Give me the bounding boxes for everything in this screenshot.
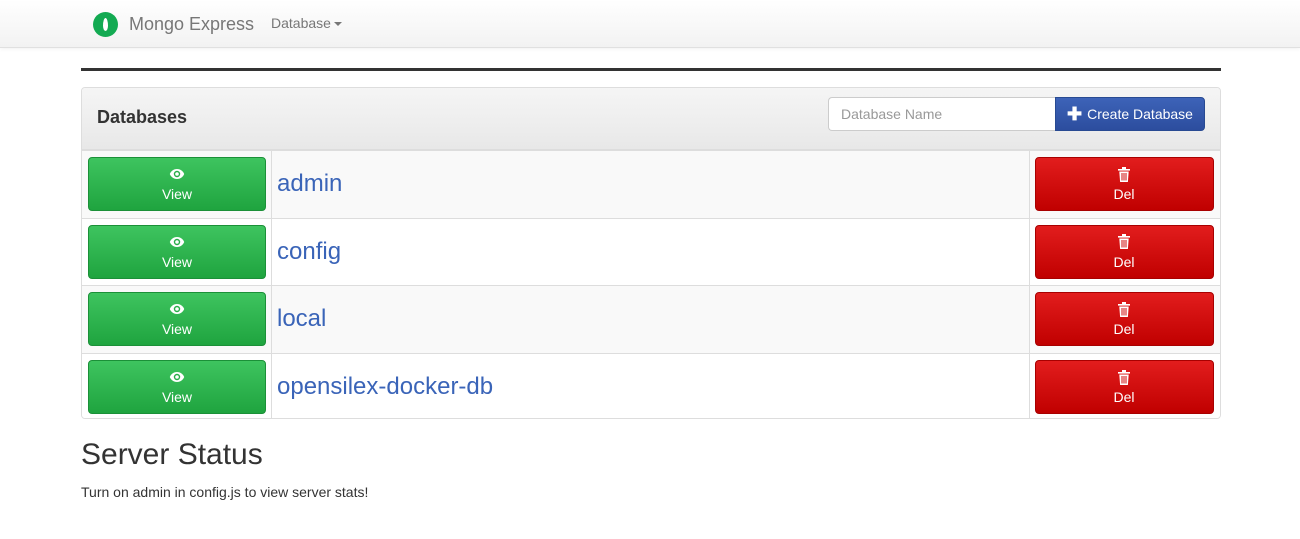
caret-down-icon <box>333 22 342 26</box>
plus-icon: ✚ <box>1067 104 1083 124</box>
view-label: View <box>161 186 193 203</box>
view-button[interactable]: View <box>88 292 266 347</box>
mongodb-leaf-icon <box>93 11 118 37</box>
trash-icon <box>1118 301 1130 317</box>
database-link[interactable]: config <box>277 238 341 265</box>
delete-button[interactable]: Del <box>1034 224 1214 279</box>
delete-button[interactable]: Del <box>1034 292 1214 347</box>
view-label: View <box>161 389 193 405</box>
trash-icon <box>1118 369 1130 385</box>
eye-icon <box>169 369 185 385</box>
brand-title: Mongo Express <box>129 13 255 34</box>
view-label: View <box>161 253 193 270</box>
databases-table: View admin Del View config Del View loca… <box>82 150 1220 418</box>
database-link[interactable]: local <box>277 305 326 332</box>
delete-button[interactable]: Del <box>1034 157 1214 212</box>
delete-label: Del <box>1113 389 1135 405</box>
panel-title: Databases <box>97 107 188 127</box>
table-row: View local Del <box>82 285 1220 353</box>
delete-label: Del <box>1113 253 1135 270</box>
trash-icon <box>1118 166 1130 182</box>
database-menu[interactable]: Database <box>271 15 342 31</box>
database-menu-label: Database <box>271 15 331 31</box>
table-row: View admin Del <box>82 150 1220 218</box>
server-status-title: Server Status <box>81 438 263 471</box>
database-name-input[interactable] <box>828 97 1056 131</box>
databases-panel: Databases ✚ Create Database View admin <box>81 87 1221 419</box>
eye-icon <box>169 234 185 250</box>
database-link[interactable]: opensilex-docker-db <box>277 373 493 400</box>
panel-heading: Databases ✚ Create Database <box>82 88 1220 150</box>
delete-label: Del <box>1113 186 1135 203</box>
eye-icon <box>169 301 185 317</box>
view-button[interactable]: View <box>88 224 266 279</box>
brand[interactable]: Mongo Express <box>93 11 254 37</box>
trash-icon <box>1118 234 1130 250</box>
delete-button[interactable]: Del <box>1034 360 1214 414</box>
database-link[interactable]: admin <box>277 170 342 197</box>
divider <box>81 68 1221 71</box>
navbar: Mongo Express Database <box>0 0 1300 48</box>
view-label: View <box>161 321 193 338</box>
table-row: View config Del <box>82 217 1220 286</box>
table-row: View opensilex-docker-db Del <box>82 352 1220 418</box>
create-database-label: Create Database <box>1087 106 1193 122</box>
create-database-button[interactable]: ✚ Create Database <box>1055 97 1205 131</box>
view-button[interactable]: View <box>88 360 266 414</box>
eye-icon <box>169 166 185 182</box>
delete-label: Del <box>1113 321 1135 338</box>
server-status-message: Turn on admin in config.js to view serve… <box>81 484 369 500</box>
view-button[interactable]: View <box>88 157 266 212</box>
